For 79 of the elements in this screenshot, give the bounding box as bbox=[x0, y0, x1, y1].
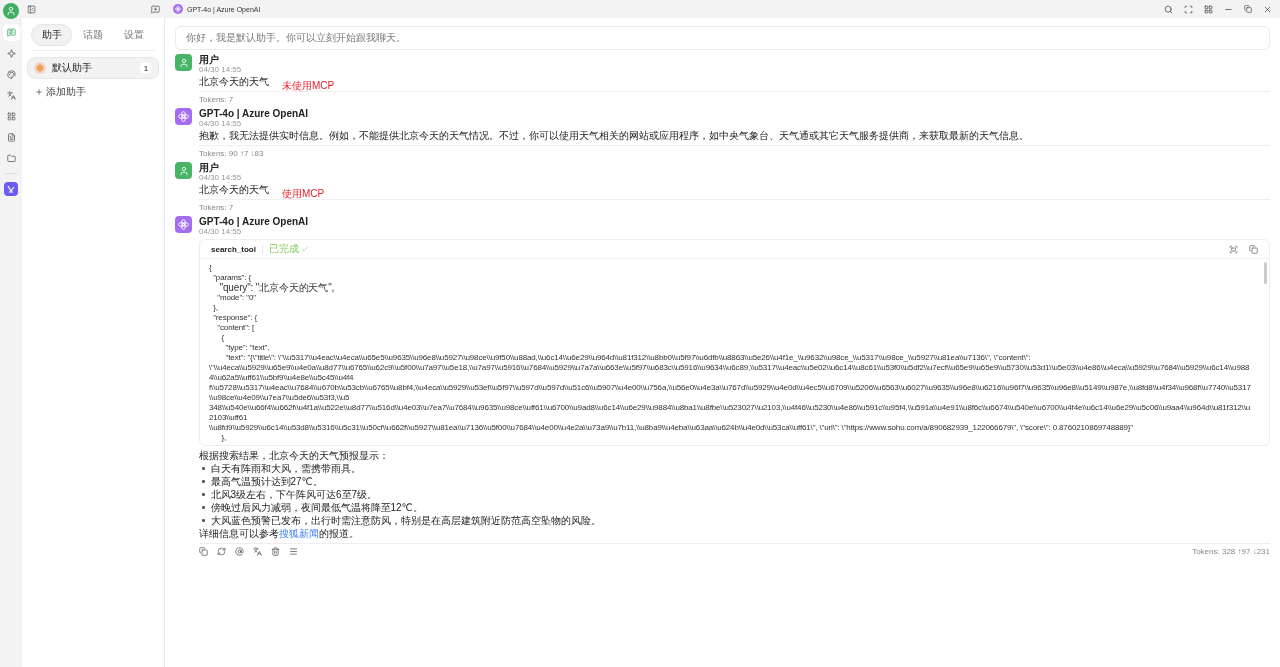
reference-sentence: 详细信息可以参考搜狐新闻的报道。 bbox=[199, 527, 360, 540]
annotation-text: 未使用MCP bbox=[282, 79, 335, 93]
scrollbar-thumb[interactable] bbox=[1264, 262, 1267, 284]
profile-avatar-icon[interactable] bbox=[3, 3, 19, 19]
assistant-name: 默认助手 bbox=[52, 61, 93, 75]
list-item-text: 大风蓝色预警已发布，出行时需注意防风，特别是在高层建筑附近防范高空坠物的风险。 bbox=[210, 514, 601, 527]
list-item-text: 北风3级左右，下午阵风可达6至7级。 bbox=[210, 488, 378, 501]
code-line: "type": "text", bbox=[224, 343, 271, 353]
code-line: }, bbox=[212, 303, 219, 313]
sender-name: GPT-4o | Azure OpenAI bbox=[199, 216, 310, 227]
tool-status: 已完成 bbox=[268, 242, 309, 256]
translate-icon[interactable] bbox=[253, 547, 262, 556]
code-line: "response": { bbox=[212, 313, 258, 323]
message-count: 1 bbox=[140, 62, 152, 74]
token-count: Tokens: 328 ↑97 ↓231 bbox=[1192, 547, 1270, 556]
list-item-text: 最高气温预计达到27℃。 bbox=[210, 475, 323, 488]
search-icon[interactable] bbox=[1164, 4, 1173, 14]
code-line: "mode": "0" bbox=[216, 293, 257, 303]
bullet-dot bbox=[202, 467, 205, 470]
tool-name: search_tool bbox=[211, 244, 263, 254]
sidebar-tab[interactable]: 设置 bbox=[113, 24, 155, 46]
token-count: Tokens: 7 bbox=[199, 203, 234, 212]
plus-icon bbox=[35, 88, 43, 96]
add-assistant-button[interactable]: 添加助手 bbox=[27, 79, 159, 105]
model-avatar bbox=[173, 4, 183, 14]
message-time: 04/30 14:55 bbox=[199, 119, 243, 128]
message-text: 根据搜索结果，北京今天的天气预报显示： bbox=[199, 449, 390, 462]
sender-name: 用户 bbox=[199, 54, 220, 65]
grid-icon[interactable] bbox=[1204, 4, 1213, 14]
bullet-dot bbox=[202, 493, 205, 496]
sender-name: 用户 bbox=[199, 162, 220, 173]
code-line: "text": "{\"title\": \"\\u5317\\u4eac\\u4eca\\u65e5\\u9635\\u96e8\\u5927\\u98ce\\u9f50\\u88ad,\\u6c14\\u6e29\\u964d\\u81f312\\u8bb0\\u5f97\\u6dfb\\u8863\\u5e26\\u4f1e_\\u9632\\u98ce_\\u5317\\u98ce_\\u5927\\u81ea\\u7136\", \"content\": bbox=[224, 353, 1032, 363]
bullet-dot bbox=[202, 506, 205, 509]
bullet-dot bbox=[202, 480, 205, 483]
fullscreen-icon[interactable] bbox=[1229, 244, 1238, 254]
code-line: { bbox=[220, 333, 225, 343]
code-line: }, bbox=[220, 433, 228, 443]
assistant-item[interactable]: 默认助手 1 bbox=[27, 57, 159, 79]
sidebar-toggle-icon[interactable] bbox=[27, 4, 36, 14]
menu-icon[interactable] bbox=[289, 547, 298, 556]
message-text: 抱歉，我无法提供实时信息。例如，不能提供北京今天的天气情况。不过，你可以使用天气相关的网站或应用程序，如中央气象台、天气通或其它天气服务提供商，来获取最新的天气信息。 bbox=[199, 129, 1030, 142]
model-avatar bbox=[175, 216, 192, 233]
list-item-text: 傍晚过后风力减弱，夜间最低气温将降至12℃。 bbox=[210, 501, 423, 514]
code-line: \\u8fd9\\u5929\\u6c14\\u53d8\\u5316\\u5c31\\u50cf\\u662f\\u5927\\u81ea\\u7136\\u5f00\\u7684\\u4e00\\u4e2a\\u73a9\\u7b11,\\u8ba9\\u4eba\\u63aa\\u624b\\u4e0d\\u53ca\\uff61\", \"url\": \"https://www.sohu.com/a/890682939_122066679\", \"score\": 0.8760210869748889}" bbox=[209, 423, 1135, 433]
bullet-dot bbox=[202, 519, 205, 522]
refresh-icon[interactable] bbox=[217, 547, 226, 556]
sidebar-tab[interactable]: 话题 bbox=[72, 24, 114, 46]
welcome-notice: 你好，我是默认助手。你可以立刻开始跟我聊天。 bbox=[175, 26, 1270, 50]
sidebar-tab[interactable]: 助手 bbox=[31, 24, 73, 46]
sender-name: GPT-4o | Azure OpenAI bbox=[199, 108, 310, 119]
code-line: 348\\u540e\\u66f4\\u662f\\u4f1a\\u522e\\u8d77\\u516d\\u4e03\\u7ea7\\u7684\\u9635\\u98ce\\uff61\\u6700\\u9ad8\\u6c14\\u6e29\\u9884\\u8ba1\\u8fbe\\u523027\\u2103,\\u4f46\\u5230\\u4e86\\u591c\\u95f4,\\u591a\\u4e91\\u8f6c\\u6674\\u540e\\u6700\\u4f4e\\u6c14\\u6e29\\u5c06\\u9aa4\\u964d\\u81f312\\u2103\\uff61 bbox=[209, 403, 1251, 423]
token-count: Tokens: 90 ↑7 ↓83 bbox=[199, 149, 264, 158]
trash-icon[interactable] bbox=[271, 547, 280, 556]
copy-icon[interactable] bbox=[199, 547, 208, 556]
at-sign-icon[interactable] bbox=[235, 547, 244, 556]
message-time: 04/30 14:55 bbox=[199, 173, 243, 182]
message-text: 北京今天的天气 bbox=[199, 183, 269, 196]
close-icon[interactable] bbox=[1263, 4, 1272, 14]
message-text: 北京今天的天气 bbox=[199, 75, 269, 88]
new-topic-icon[interactable] bbox=[151, 4, 160, 14]
copy-icon[interactable] bbox=[1249, 244, 1258, 254]
app-logo-icon[interactable] bbox=[4, 182, 18, 196]
code-line: { bbox=[209, 263, 213, 273]
assistant-avatar bbox=[34, 62, 46, 74]
code-line: "content": [ bbox=[216, 323, 256, 333]
list-item-text: 白天有阵雨和大风，需携带雨具。 bbox=[210, 462, 361, 475]
code-line: "params": { bbox=[212, 273, 252, 283]
code-line: "query": "北京今天的天气", bbox=[218, 283, 336, 293]
token-count: Tokens: 7 bbox=[199, 95, 234, 104]
code-line: f\\u5728\\u5317\\u4eac\\u7684\\u670b\\u53cb\\u6765\\u8bf4,\\u4eca\\u5929\\u53ef\\u5f97\\u597d\\u597d\\u51c6\\u5907\\u4e00\\u756a,\\u56e0\\u4e3a\\u767d\\u5929\\u4e0d\\u4ec5\\u6709\\u5206\\u6563\\u6027\\u9635\\u96e8\\u6216\\u96f7\\u9635\\u96e8\\u5149\\u987e,\\u8fd8\\u4f34\\u968f\\u7740\\u5317\\u98ce\\u4e09\\u7ea7\\u5de6\\u53f3,\\u5 bbox=[209, 383, 1252, 403]
restore-icon[interactable] bbox=[1244, 5, 1252, 13]
chat-icon[interactable] bbox=[2, 24, 20, 41]
model-avatar bbox=[175, 108, 192, 125]
news-link[interactable]: 搜狐新闻 bbox=[279, 528, 319, 539]
check-icon bbox=[300, 245, 309, 253]
message-time: 04/30 14:55 bbox=[199, 65, 243, 74]
annotation-text: 使用MCP bbox=[282, 187, 325, 201]
scan-icon[interactable] bbox=[1184, 4, 1193, 14]
message-time: 04/30 14:55 bbox=[199, 227, 243, 236]
